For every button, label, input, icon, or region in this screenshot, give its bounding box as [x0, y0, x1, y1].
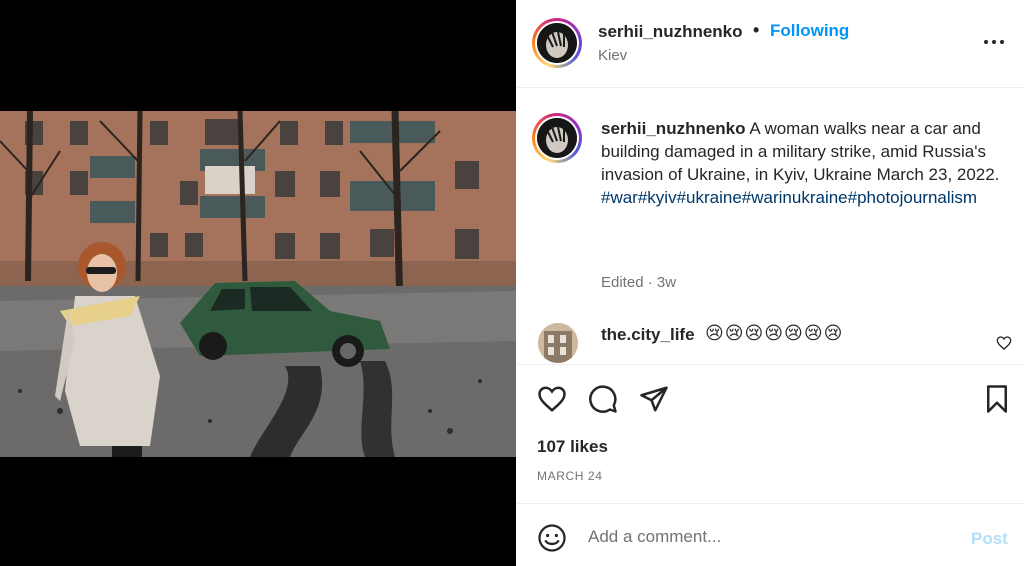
- comment-icon[interactable]: [588, 384, 618, 414]
- comment-input[interactable]: [588, 524, 948, 550]
- comment-text: 😢😢😢😢😢😢😢: [705, 323, 844, 343]
- caption-meta: Edited · 3w: [601, 274, 677, 291]
- author-avatar[interactable]: [532, 18, 582, 68]
- likes-count[interactable]: 107 likes: [537, 437, 608, 457]
- bookmark-icon[interactable]: [982, 384, 1012, 414]
- post-media-panel: [0, 0, 516, 566]
- post-actions: 107 likes MARCH 24: [516, 364, 1024, 504]
- post-date: MARCH 24: [537, 469, 603, 483]
- post-comment-button[interactable]: Post: [971, 529, 1008, 549]
- author-username[interactable]: serhii_nuzhnenko: [598, 22, 743, 42]
- post-location[interactable]: Kiev: [598, 47, 627, 64]
- commenter-avatar[interactable]: [538, 323, 578, 363]
- share-icon[interactable]: [639, 384, 669, 414]
- post-header: serhii_nuzhnenko • Following Kiev: [516, 0, 1024, 88]
- caption-username[interactable]: serhii_nuzhnenko: [601, 119, 746, 138]
- emoji-icon[interactable]: [537, 523, 567, 553]
- more-options-icon[interactable]: [982, 32, 1006, 52]
- caption-author-avatar[interactable]: [532, 113, 582, 163]
- separator-dot: •: [753, 20, 760, 40]
- commenter-username[interactable]: the.city_life: [601, 325, 695, 345]
- post-caption: serhii_nuzhnenko A woman walks near a ca…: [601, 117, 1006, 209]
- caption-hashtags[interactable]: #war#kyiv#ukraine#warinukraine#photojour…: [601, 186, 1006, 209]
- post-photo[interactable]: [0, 111, 516, 457]
- post-details-panel: serhii_nuzhnenko • Following Kiev serhii…: [516, 0, 1024, 566]
- following-button[interactable]: Following: [770, 21, 849, 41]
- heart-icon[interactable]: [537, 384, 567, 414]
- add-comment-bar: Post: [516, 503, 1024, 566]
- comment-heart-icon[interactable]: [996, 335, 1012, 351]
